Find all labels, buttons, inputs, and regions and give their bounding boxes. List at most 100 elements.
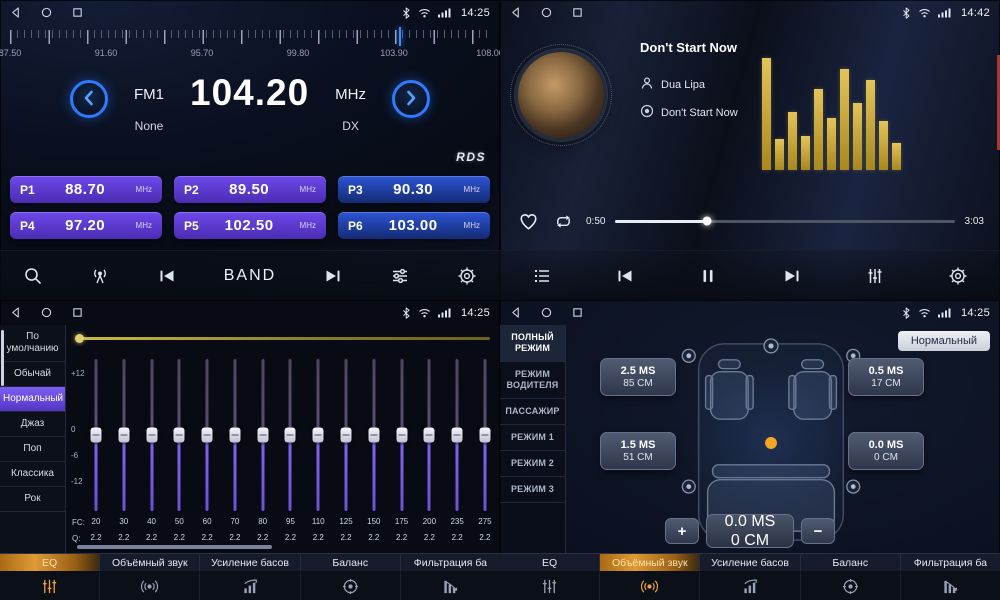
increase-delay-button[interactable]: + xyxy=(665,518,699,544)
filter-icon[interactable] xyxy=(401,572,500,600)
eq-band-slider[interactable] xyxy=(256,359,270,511)
master-level-slider[interactable] xyxy=(77,337,490,340)
eq-band-slider[interactable] xyxy=(283,359,297,511)
recents-nav-icon[interactable] xyxy=(572,307,583,318)
seek-slider[interactable] xyxy=(615,220,954,223)
frequency-ruler[interactable]: 87.5091.6095.7099.80103.90108.00 xyxy=(10,30,490,64)
tab-label-filter[interactable]: Фильтрация ба xyxy=(401,554,500,571)
preset-button-p3[interactable]: P390.30MHz xyxy=(338,176,490,203)
delay-front-left[interactable]: 2.5 MS 85 CM xyxy=(600,358,676,396)
audio-settings-icon[interactable] xyxy=(388,264,412,288)
preset-button-p1[interactable]: P188.70MHz xyxy=(10,176,162,203)
eq-band-slider[interactable] xyxy=(478,359,492,511)
eq-band-slider[interactable] xyxy=(450,359,464,511)
sound-profile-button[interactable]: Нормальный xyxy=(898,331,990,351)
slider-knob[interactable] xyxy=(368,428,379,443)
balance-icon[interactable] xyxy=(801,572,901,600)
slider-knob[interactable] xyxy=(118,428,129,443)
eq-band-slider[interactable] xyxy=(200,359,214,511)
tab-label-filter[interactable]: Фильтрация ба xyxy=(901,554,1000,571)
back-nav-icon[interactable] xyxy=(10,307,21,318)
decrease-delay-button[interactable]: − xyxy=(801,518,835,544)
home-nav-icon[interactable] xyxy=(41,307,52,318)
slider-knob[interactable] xyxy=(146,428,157,443)
eq-band-slider[interactable] xyxy=(367,359,381,511)
slider-knob[interactable] xyxy=(396,428,407,443)
delay-rear-left[interactable]: 1.5 MS 51 CM xyxy=(600,432,676,470)
eq-band-slider[interactable] xyxy=(339,359,353,511)
surround-mode-item[interactable]: ПОЛНЫЙ РЕЖИМ xyxy=(500,325,565,362)
settings-gear-icon[interactable] xyxy=(455,264,479,288)
eq-band-slider[interactable] xyxy=(145,359,159,511)
eq-preset-item[interactable]: Нормальный xyxy=(0,387,65,412)
eq-preset-item[interactable]: Классика xyxy=(0,462,65,487)
surround-mode-item[interactable]: РЕЖИМ 2 xyxy=(500,451,565,477)
home-nav-icon[interactable] xyxy=(541,307,552,318)
surround-sound-icon[interactable] xyxy=(600,572,700,600)
eq-preset-item[interactable]: Поп xyxy=(0,437,65,462)
tab-label-balance[interactable]: Баланс xyxy=(801,554,901,571)
next-station-icon[interactable] xyxy=(321,264,345,288)
master-level-knob[interactable] xyxy=(75,334,84,343)
favorite-heart-icon[interactable] xyxy=(516,210,541,233)
album-art[interactable] xyxy=(518,52,604,138)
eq-sliders-icon[interactable] xyxy=(500,572,600,600)
seek-up-button[interactable] xyxy=(392,80,430,118)
slider-knob[interactable] xyxy=(313,428,324,443)
delay-front-right[interactable]: 0.5 MS 17 CM xyxy=(848,358,924,396)
previous-track-icon[interactable] xyxy=(613,264,637,288)
slider-knob[interactable] xyxy=(452,428,463,443)
next-track-icon[interactable] xyxy=(780,264,804,288)
back-nav-icon[interactable] xyxy=(510,307,521,318)
surround-mode-item[interactable]: РЕЖИМ 1 xyxy=(500,425,565,451)
slider-knob[interactable] xyxy=(341,428,352,443)
playlist-icon[interactable] xyxy=(530,264,554,288)
search-icon[interactable] xyxy=(21,264,45,288)
sidebar-scrollbar[interactable] xyxy=(1,330,4,386)
slider-knob[interactable] xyxy=(424,428,435,443)
tab-label-surround[interactable]: Объёмный звук xyxy=(100,554,200,571)
slider-knob[interactable] xyxy=(479,428,490,443)
eq-band-slider[interactable] xyxy=(89,359,103,511)
eq-preset-item[interactable]: Рок xyxy=(0,487,65,512)
tab-label-balance[interactable]: Баланс xyxy=(301,554,401,571)
eq-preset-item[interactable]: Обычай xyxy=(0,362,65,387)
eq-band-slider[interactable] xyxy=(228,359,242,511)
filter-icon[interactable] xyxy=(901,572,1000,600)
settings-gear-icon[interactable] xyxy=(946,264,970,288)
previous-station-icon[interactable] xyxy=(155,264,179,288)
bass-boost-icon[interactable] xyxy=(700,572,800,600)
tab-label-eq[interactable]: EQ xyxy=(0,554,100,571)
home-nav-icon[interactable] xyxy=(41,7,52,18)
slider-knob[interactable] xyxy=(91,428,102,443)
eq-band-slider[interactable] xyxy=(422,359,436,511)
tab-label-bass[interactable]: Усиление басов xyxy=(200,554,300,571)
band-button[interactable]: BAND xyxy=(222,265,278,287)
slider-knob[interactable] xyxy=(285,428,296,443)
bands-horizontal-scrollbar[interactable] xyxy=(77,545,272,549)
recents-nav-icon[interactable] xyxy=(72,307,83,318)
preset-button-p5[interactable]: P5102.50MHz xyxy=(174,212,326,239)
surround-mode-item[interactable]: РЕЖИМ ВОДИТЕЛЯ xyxy=(500,362,565,399)
slider-knob[interactable] xyxy=(202,428,213,443)
mixer-icon[interactable] xyxy=(863,264,887,288)
progress-knob[interactable] xyxy=(703,217,712,226)
broadcast-icon[interactable] xyxy=(88,264,112,288)
back-nav-icon[interactable] xyxy=(10,7,21,18)
seek-down-button[interactable] xyxy=(70,80,108,118)
home-nav-icon[interactable] xyxy=(541,7,552,18)
back-nav-icon[interactable] xyxy=(510,7,521,18)
preset-button-p4[interactable]: P497.20MHz xyxy=(10,212,162,239)
balance-icon[interactable] xyxy=(301,572,401,600)
surround-mode-item[interactable]: РЕЖИМ 3 xyxy=(500,477,565,503)
tab-label-surround[interactable]: Объёмный звук xyxy=(600,554,700,571)
slider-knob[interactable] xyxy=(229,428,240,443)
tab-label-bass[interactable]: Усиление басов xyxy=(700,554,800,571)
surround-sound-icon[interactable] xyxy=(100,572,200,600)
preset-button-p6[interactable]: P6103.00MHz xyxy=(338,212,490,239)
eq-band-slider[interactable] xyxy=(117,359,131,511)
eq-sliders-icon[interactable] xyxy=(0,572,100,600)
surround-mode-item[interactable]: ПАССАЖИР xyxy=(500,399,565,425)
bass-boost-icon[interactable] xyxy=(200,572,300,600)
preset-button-p2[interactable]: P289.50MHz xyxy=(174,176,326,203)
